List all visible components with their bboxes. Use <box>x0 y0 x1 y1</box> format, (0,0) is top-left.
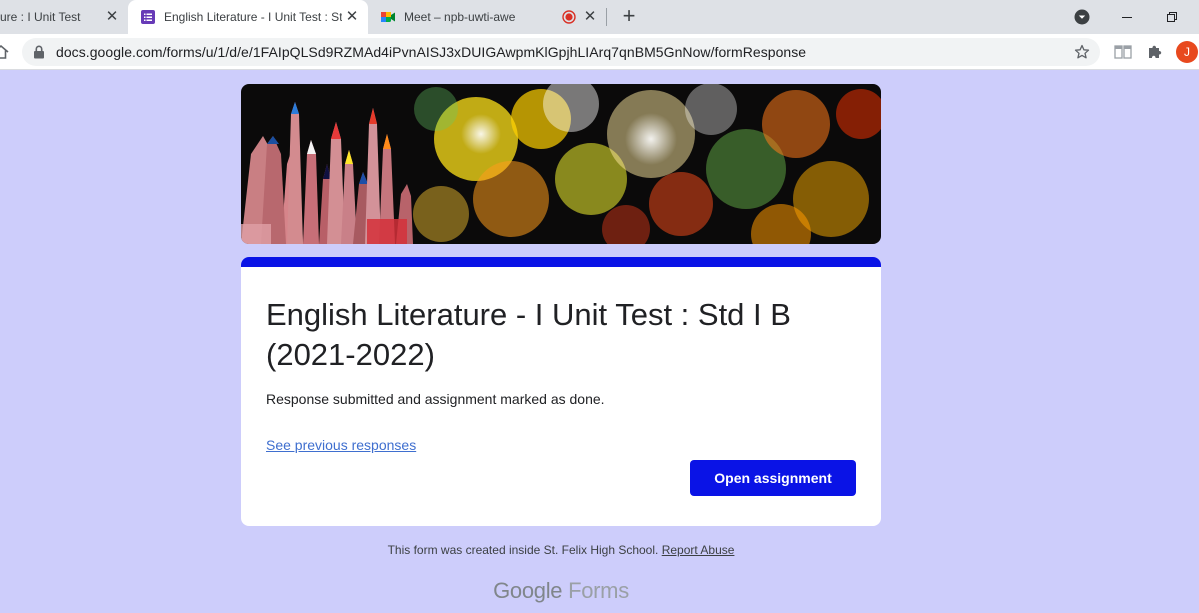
close-icon[interactable]: ✕ <box>582 9 598 25</box>
site-info-button[interactable] <box>32 45 46 59</box>
tab-title: ure : I Unit Test <box>0 10 81 24</box>
restore-icon <box>1167 12 1177 22</box>
puzzle-icon <box>1149 45 1162 58</box>
brand-forms: Forms <box>568 578 629 603</box>
lock-icon <box>34 45 44 59</box>
tab-english-literature[interactable]: English Literature - I Unit Test : Std ✕ <box>128 0 368 34</box>
minimize-button[interactable] <box>1116 6 1138 28</box>
avatar-initial: J <box>1184 45 1190 59</box>
bookmark-button[interactable] <box>1074 44 1090 60</box>
star-icon <box>1074 44 1090 59</box>
tab-title: Meet – npb-uwti-awe <box>404 10 516 24</box>
browser-toolbar: docs.google.com/forms/u/1/d/e/1FAIpQLSd9… <box>0 34 1199 70</box>
recording-icon <box>562 10 576 24</box>
url-text: docs.google.com/forms/u/1/d/e/1FAIpQLSd9… <box>56 44 807 60</box>
address-bar[interactable]: docs.google.com/forms/u/1/d/e/1FAIpQLSd9… <box>22 38 1100 66</box>
profile-avatar[interactable]: J <box>1176 41 1198 63</box>
close-icon[interactable]: ✕ <box>104 9 120 25</box>
tab-strip: ure : I Unit Test ✕ English Literature -… <box>0 0 1199 34</box>
home-icon <box>0 44 9 59</box>
tab-meet[interactable]: Meet – npb-uwti-awe ✕ <box>368 0 608 34</box>
minimize-icon <box>1122 17 1132 18</box>
tab-form-previous[interactable]: ure : I Unit Test ✕ <box>0 0 128 34</box>
tab-divider <box>606 8 607 26</box>
reader-icon <box>1114 45 1132 59</box>
reading-mode-button[interactable] <box>1114 43 1132 61</box>
open-assignment-button[interactable]: Open assignment <box>690 460 856 496</box>
meet-icon <box>381 12 395 22</box>
google-forms-logo[interactable]: Google Forms <box>241 578 881 604</box>
tab-search-button[interactable] <box>1071 6 1093 28</box>
chevron-down-icon <box>1074 9 1090 25</box>
new-tab-button[interactable]: + <box>618 5 640 28</box>
form-footer: This form was created inside St. Felix H… <box>241 543 881 557</box>
brand-google: Google <box>493 578 563 603</box>
card-accent-bar <box>241 257 881 267</box>
restore-button[interactable] <box>1161 6 1183 28</box>
form-header-image <box>241 84 881 244</box>
pencils-bokeh-image <box>241 84 881 244</box>
extensions-button[interactable] <box>1146 43 1164 61</box>
report-abuse-link[interactable]: Report Abuse <box>662 543 735 557</box>
home-button[interactable] <box>0 43 10 61</box>
footer-text: This form was created inside St. Felix H… <box>387 543 659 557</box>
tab-title: English Literature - I Unit Test : Std <box>164 10 342 24</box>
confirmation-message: Response submitted and assignment marked… <box>266 391 605 407</box>
forms-icon <box>141 10 155 24</box>
confirmation-card: English Literature - I Unit Test : Std I… <box>241 257 881 526</box>
see-previous-responses-link[interactable]: See previous responses <box>266 437 416 453</box>
close-icon[interactable]: ✕ <box>344 9 360 25</box>
form-title: English Literature - I Unit Test : Std I… <box>266 297 791 372</box>
